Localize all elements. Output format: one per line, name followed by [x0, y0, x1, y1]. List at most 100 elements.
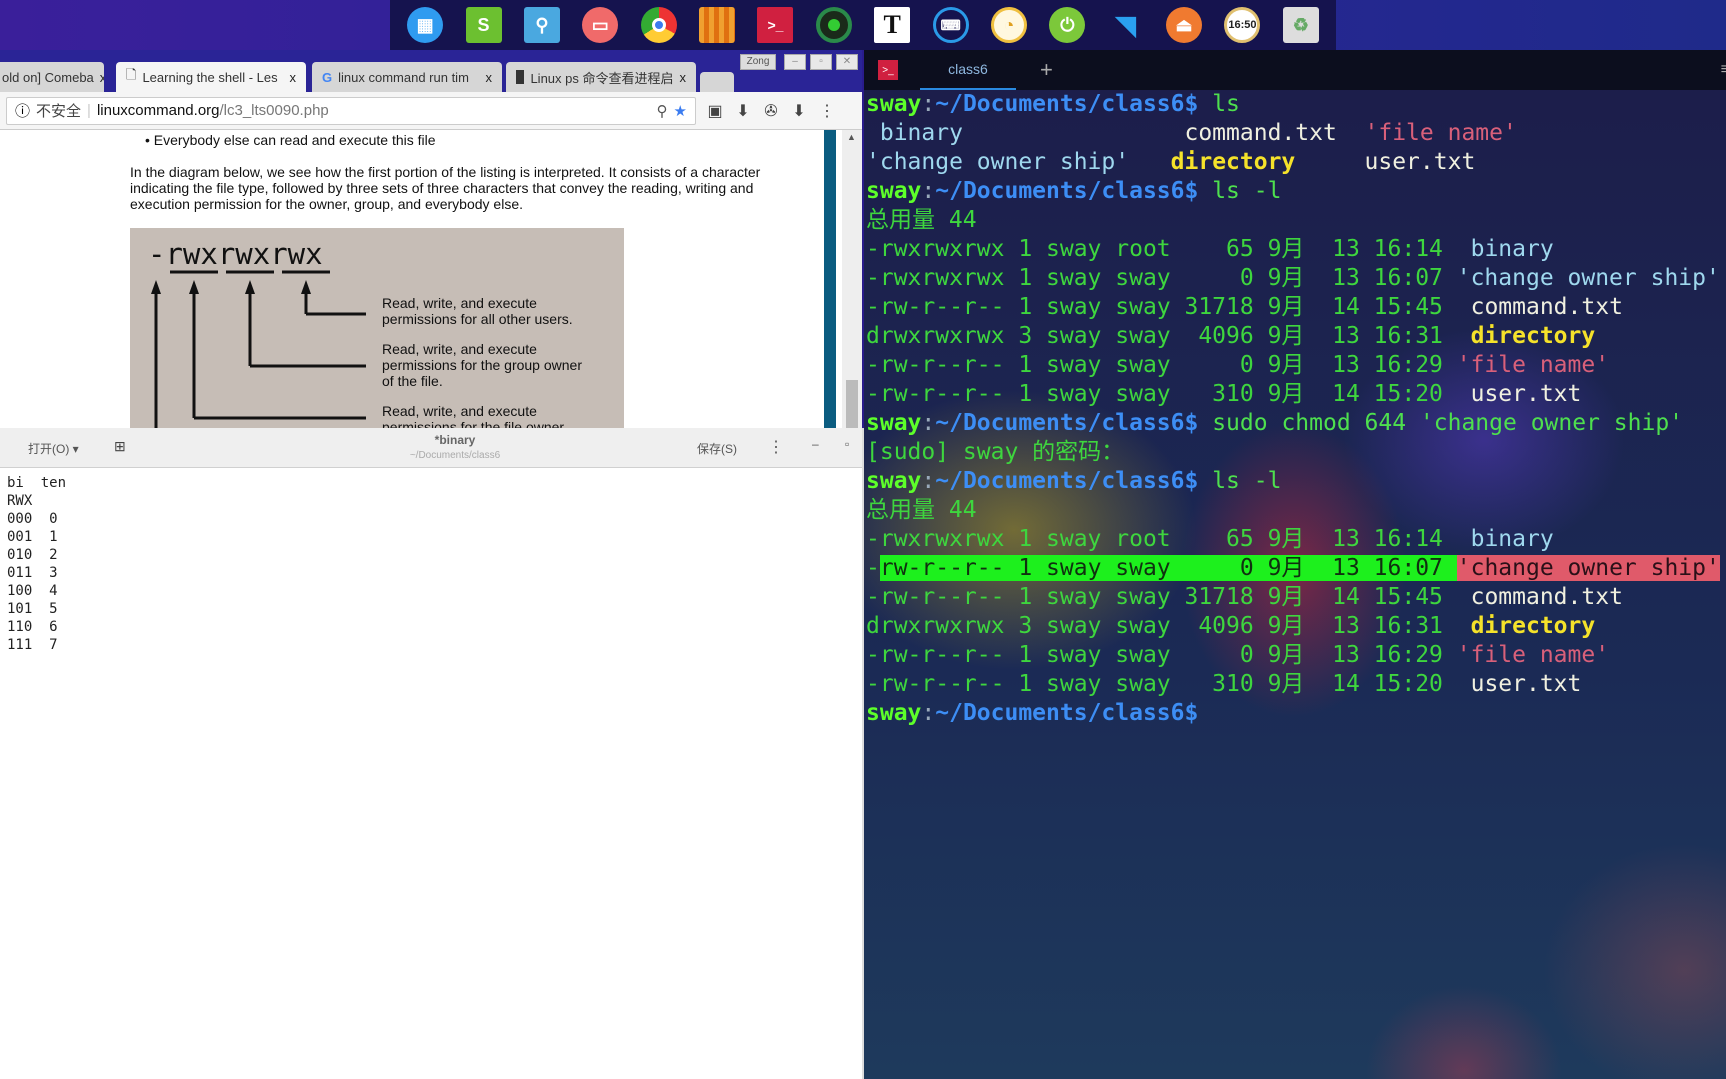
terminal-text-exec: binary: [1470, 236, 1554, 262]
toolbar: ⓘ 不安全 | linuxcommand.org/lc3_lts0090.php…: [0, 92, 862, 130]
maximize-button[interactable]: ▫: [845, 437, 849, 451]
terminal-line: 'change owner ship' directory user.txt: [866, 148, 1720, 177]
terminal-line: 总用量 44: [866, 496, 1720, 525]
chrome-icon[interactable]: [640, 7, 677, 43]
trash-icon[interactable]: ♻: [1282, 7, 1319, 43]
terminal-text-out: -rwxrwxrwx 1 sway sway 0 9月 13 16:07: [866, 265, 1457, 291]
close-button[interactable]: ✕: [836, 54, 858, 70]
close-tab-icon[interactable]: x: [486, 70, 493, 85]
scrollbar[interactable]: ▲: [842, 130, 862, 428]
url-host: linuxcommand.org: [96, 102, 220, 119]
diagram-label: Read, write, and execute: [382, 295, 537, 311]
terminal-text-file: [1129, 149, 1171, 175]
new-tab-icon[interactable]: +: [1040, 57, 1053, 83]
terminal-tab[interactable]: class6: [920, 50, 1016, 90]
terminal-tab-bar: >_ class6 + ≡: [864, 50, 1726, 90]
bookmark-star-icon[interactable]: ★: [674, 102, 687, 120]
spreadsheet-icon[interactable]: S: [465, 7, 502, 43]
new-tab-button[interactable]: [700, 72, 734, 92]
editor-text-area[interactable]: bi ten RWX 000 0 001 1 010 2 011 3 100 4…: [0, 468, 862, 660]
diagram-label: of the file.: [382, 373, 443, 389]
terminal-text-cmd: ls -l: [1198, 178, 1282, 204]
terminal-text-out: 总用量 44: [866, 497, 977, 523]
download-icon[interactable]: ⬇: [790, 101, 808, 121]
terminal-text-colon: :: [921, 91, 936, 117]
terminal-line: -rw-r--r-- 1 sway sway 310 9月 14 15:20 u…: [866, 380, 1720, 409]
browser-tab[interactable]: Glinux command run tim x: [312, 62, 502, 92]
terminal-text-exec: 'change owner ship': [866, 149, 1130, 175]
terminal-text-hlgreen: rw-r--r-- 1 sway sway 0 9月 13 16:07: [879, 555, 1457, 581]
tab-title: old on] Comeba: [2, 69, 94, 85]
terminal-text-dir: directory: [1170, 149, 1296, 175]
site-favicon: [516, 70, 525, 84]
minimize-button[interactable]: –: [784, 54, 806, 70]
eject-icon[interactable]: ⏏: [1166, 7, 1203, 43]
terminal-text-user: sway: [866, 700, 922, 726]
clock-icon[interactable]: 16:50: [1224, 7, 1261, 43]
terminal-line: drwxrwxrwx 3 sway sway 4096 9月 13 16:31 …: [866, 612, 1720, 641]
terminal-text-quote: 'file name': [1456, 352, 1610, 378]
browser-tab-bar: old on] Comeba x 🗋 Learning the shell - Le…: [0, 50, 862, 92]
terminal-icon[interactable]: >_: [757, 7, 794, 43]
browser-tab[interactable]: Linux ps 命令查看进程启 x: [506, 62, 696, 92]
close-tab-icon[interactable]: x: [290, 70, 297, 85]
diagram-label: Read, write, and execute: [382, 341, 537, 357]
terminal-text-cmd: ls -l: [1198, 468, 1282, 494]
browser-tab[interactable]: old on] Comeba x: [0, 62, 104, 92]
music-icon[interactable]: ◔: [990, 7, 1027, 43]
download-icon[interactable]: ⬇: [734, 101, 752, 121]
terminal-text-out: -rw-r--r-- 1 sway sway 310 9月 14 15:20: [866, 381, 1471, 407]
minimize-button[interactable]: –: [812, 437, 819, 451]
terminal-line: sway:~/Documents/class6$: [866, 699, 1720, 728]
power-icon[interactable]: ⏻: [1049, 7, 1086, 43]
terminal-text-out: -rw-r--r-- 1 sway sway 31718 9月 14 15:45: [866, 584, 1471, 610]
menu-icon[interactable]: ⋮: [768, 437, 784, 457]
file-manager-icon[interactable]: ⚲: [523, 7, 560, 43]
terminal-text-out: -rw-r--r-- 1 sway sway 31718 9月 14 15:45: [866, 294, 1471, 320]
editor-header: 打开(O) ▾ ⊞ *binary ~/Documents/class6 保存(…: [0, 428, 862, 468]
menu-icon[interactable]: ≡: [1721, 61, 1726, 79]
terminal-line: -rw-r--r-- 1 sway sway 0 9月 13 16:29 'fi…: [866, 351, 1720, 380]
zoom-icon[interactable]: ⚲: [657, 102, 668, 120]
perm-string: -rwxrwxrwx: [148, 237, 323, 271]
extension-icon[interactable]: ▣: [706, 101, 724, 121]
close-tab-icon[interactable]: x: [100, 70, 104, 85]
tab-title: Linux ps 命令查看进程启: [530, 70, 674, 86]
terminal-line: sway:~/Documents/class6$ ls -l: [866, 177, 1720, 206]
terminal-text-file: command.txt: [1470, 294, 1623, 320]
terminal-text-out: [sudo] sway 的密码：: [866, 439, 1125, 465]
wifi-icon[interactable]: ◥: [1108, 7, 1144, 43]
browser-tab-active[interactable]: 🗋 Learning the shell - Les x: [116, 62, 306, 92]
extension-film-icon[interactable]: ✇: [762, 101, 780, 121]
close-tab-icon[interactable]: x: [680, 70, 687, 85]
keyboard-icon[interactable]: ⌨: [932, 7, 969, 43]
terminal-text-out: -rwxrwxrwx 1 sway root 65 9月 13 16:14: [866, 526, 1471, 552]
terminal-line: -rw-r--r-- 1 sway sway 310 9月 14 15:20 u…: [866, 670, 1720, 699]
maximize-button[interactable]: ▫: [810, 54, 832, 70]
terminal-output[interactable]: sway:~/Documents/class6$ ls binary comma…: [866, 90, 1720, 728]
menu-icon[interactable]: ⋮: [818, 101, 836, 121]
sidebar-strip: [824, 130, 836, 428]
address-bar[interactable]: ⓘ 不安全 | linuxcommand.org/lc3_lts0090.php…: [6, 96, 696, 125]
terminal-text-file: user.txt: [1295, 149, 1476, 175]
terminal-line: -rw-r--r-- 1 sway sway 0 9月 13 16:29 'fi…: [866, 641, 1720, 670]
terminal-text-dir: directory: [1470, 613, 1596, 639]
screenshot-icon[interactable]: ▭: [582, 7, 619, 43]
app-store-icon[interactable]: [699, 7, 736, 43]
terminal-text-out: -: [866, 555, 880, 581]
terminal-text-file: command.txt: [1470, 584, 1623, 610]
terminal-text-path: ~/Documents/class6$: [935, 700, 1199, 726]
terminal-text-out: -rw-r--r-- 1 sway sway 0 9月 13 16:29: [866, 352, 1457, 378]
page-icon: 🗋: [126, 67, 137, 82]
text-editor-icon[interactable]: T: [874, 7, 911, 43]
terminal-text-out: -rw-r--r-- 1 sway sway 310 9月 14 15:20: [866, 671, 1471, 697]
save-button[interactable]: 保存(S): [697, 440, 737, 457]
terminal-text-colon: :: [921, 700, 936, 726]
profile-button[interactable]: Zong: [740, 54, 776, 70]
terminal-text-user: sway: [866, 410, 922, 436]
launcher-icon[interactable]: ▦: [407, 7, 444, 43]
camera-icon[interactable]: [815, 7, 852, 43]
info-icon[interactable]: ⓘ: [15, 100, 30, 121]
terminal-text-out: drwxrwxrwx 3 sway sway 4096 9月 13 16:31: [866, 323, 1471, 349]
terminal-text-path: ~/Documents/class6$: [935, 91, 1199, 117]
